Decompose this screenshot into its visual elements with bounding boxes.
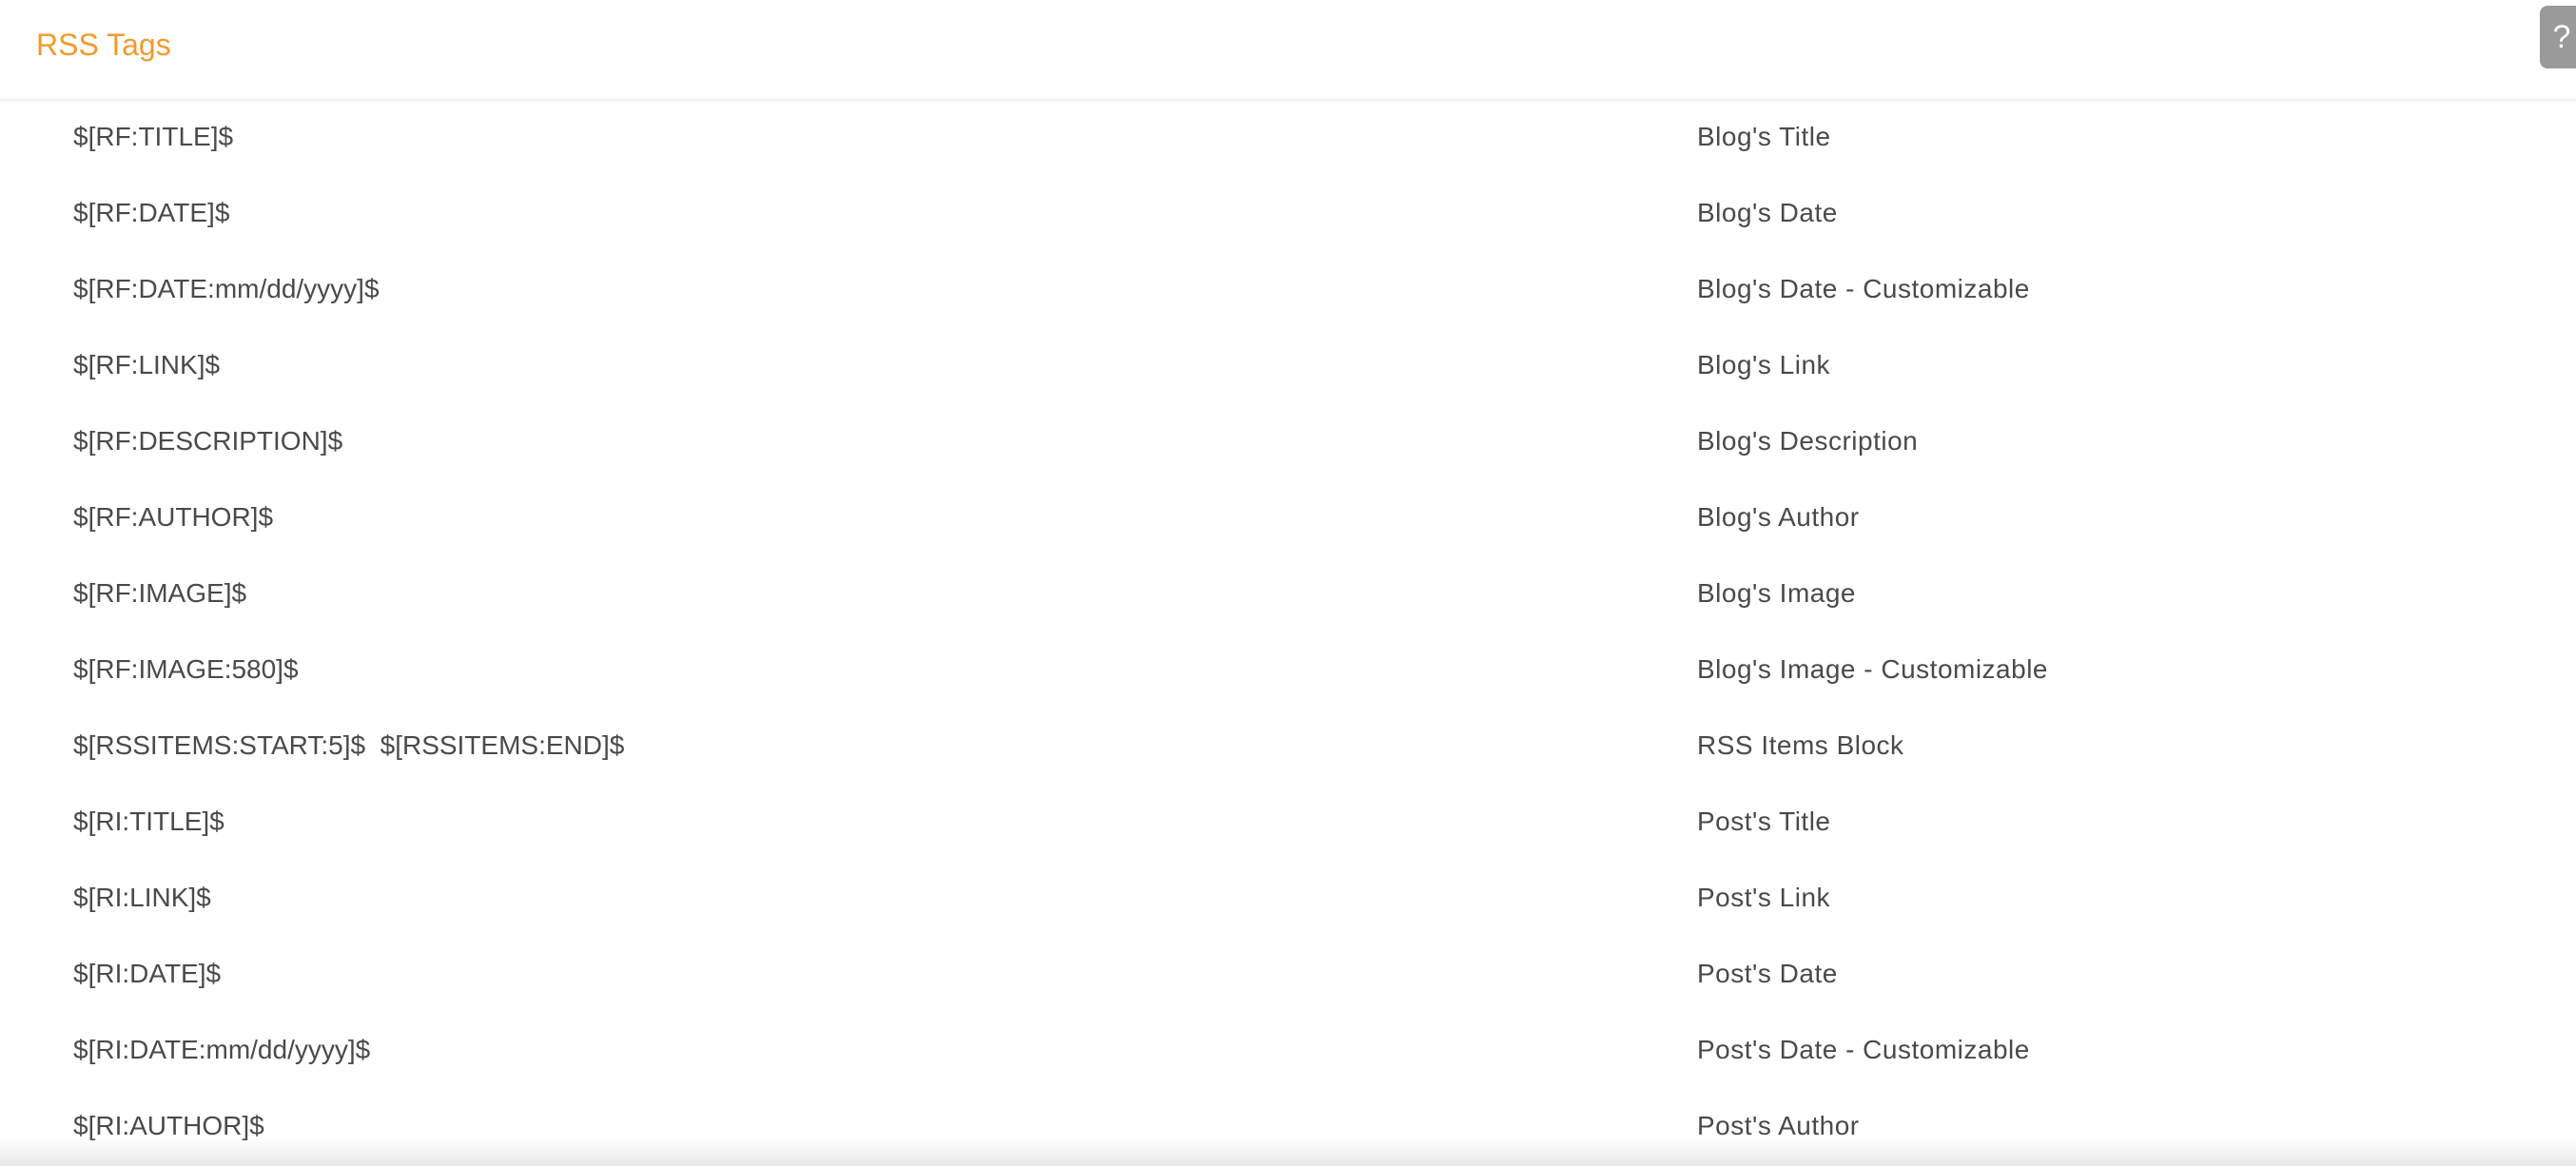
tag-row: $[RF:TITLE]$ Blog's Title	[0, 101, 2576, 177]
help-button[interactable]: ?	[2540, 6, 2576, 68]
tag-row: $[RF:IMAGE:580]$ Blog's Image - Customiz…	[0, 633, 2576, 709]
tag-description: Post's Link	[1697, 883, 1831, 912]
tag-row: $[RI:LINK]$ Post's Link	[0, 862, 2576, 938]
tag-code: $[RF:DESCRIPTION]$	[73, 426, 343, 456]
rss-tag-list: $[RF:TITLE]$ Blog's Title $[RF:DATE]$ Bl…	[0, 101, 2576, 1166]
tag-code: $[RF:TITLE]$	[73, 122, 234, 151]
tag-description: Blog's Description	[1697, 426, 1919, 456]
tag-code: $[RF:DATE:mm/dd/yyyy]$	[73, 274, 380, 303]
tag-code: $[RF:DATE]$	[73, 198, 230, 227]
tag-description: Post's Title	[1697, 806, 1831, 836]
tag-row: $[RI:DATE:mm/dd/yyyy]$ Post's Date - Cus…	[0, 1014, 2576, 1090]
tag-description: Blog's Author	[1697, 502, 1860, 532]
tag-code: $[RF:LINK]$	[73, 350, 221, 379]
tag-description: Blog's Image	[1697, 578, 1856, 608]
tag-row: $[RI:AUTHOR]$ Post's Author	[0, 1090, 2576, 1166]
tag-description: Blog's Title	[1697, 122, 1831, 151]
tag-row: $[RF:AUTHOR]$ Blog's Author	[0, 481, 2576, 557]
tag-code: $[RI:DATE]$	[73, 959, 222, 988]
tag-code: $[RF:IMAGE]$	[73, 578, 247, 608]
tag-code: $[RI:DATE:mm/dd/yyyy]$	[73, 1035, 371, 1064]
tag-description: Post's Date	[1697, 959, 1838, 988]
tag-code: $[RI:AUTHOR]$	[73, 1111, 264, 1140]
header: RSS Tags ?	[0, 0, 2576, 101]
tag-row: $[RF:DATE]$ Blog's Date	[0, 177, 2576, 253]
tag-row: $[RF:DATE:mm/dd/yyyy]$ Blog's Date - Cus…	[0, 253, 2576, 329]
tag-code: $[RF:IMAGE:580]$	[73, 654, 299, 684]
tag-row: $[RF:LINK]$ Blog's Link	[0, 329, 2576, 405]
tag-row: $[RI:DATE]$ Post's Date	[0, 938, 2576, 1014]
tag-row: $[RI:TITLE]$ Post's Title	[0, 786, 2576, 862]
tag-code: $[RF:AUTHOR]$	[73, 502, 274, 532]
page-title: RSS Tags	[36, 28, 171, 62]
tag-row: $[RF:IMAGE]$ Blog's Image	[0, 557, 2576, 633]
tag-description: Blog's Image - Customizable	[1697, 654, 2048, 684]
tag-row: $[RF:DESCRIPTION]$ Blog's Description	[0, 405, 2576, 481]
tag-description: RSS Items Block	[1697, 730, 1904, 760]
tag-description: Blog's Link	[1697, 350, 1831, 379]
tag-description: Post's Author	[1697, 1111, 1860, 1140]
tag-code: $[RSSITEMS:START:5]$ $[RSSITEMS:END]$	[73, 730, 625, 760]
tag-description: Blog's Date - Customizable	[1697, 274, 2030, 303]
tag-code: $[RI:TITLE]$	[73, 806, 224, 836]
tag-code: $[RI:LINK]$	[73, 883, 211, 912]
tag-row: $[RSSITEMS:START:5]$ $[RSSITEMS:END]$ RS…	[0, 709, 2576, 786]
tag-description: Blog's Date	[1697, 198, 1838, 227]
tag-description: Post's Date - Customizable	[1697, 1035, 2030, 1064]
